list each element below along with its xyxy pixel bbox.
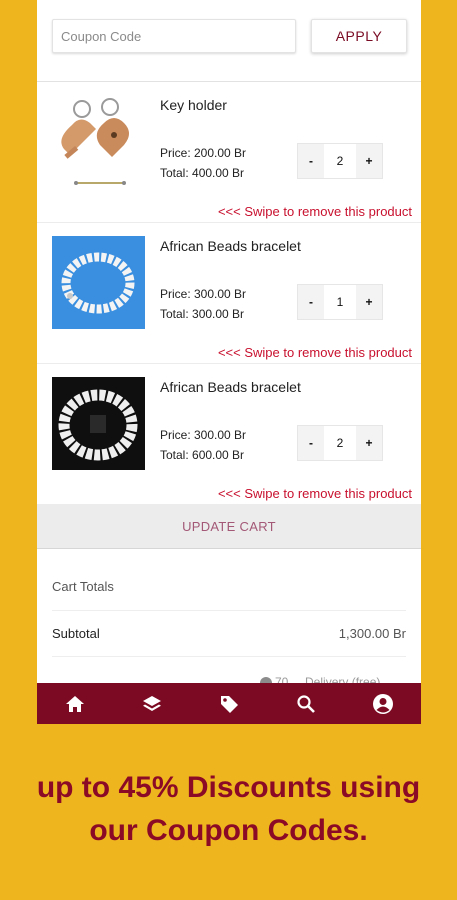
quantity-stepper: - 2 + [298,426,382,460]
subtotal-value: 1,300.00 Br [338,626,406,641]
quantity-stepper: - 1 + [298,285,382,319]
product-price: Price: 300.00 Br [160,428,247,442]
promo-line-2: our Coupon Codes. [89,814,368,847]
increase-quantity-button[interactable]: + [356,426,382,460]
promo-banner: up to 45% Discounts using our Coupon Cod… [0,766,457,852]
nav-categories[interactable] [132,683,172,724]
app-screen: APPLY Key holder Price: 200.00 Br Total:… [37,0,421,724]
product-image-key-holder [52,95,145,188]
product-price: Price: 200.00 Br [160,146,247,160]
quantity-value: 1 [324,285,356,319]
coupon-row: APPLY [37,0,421,82]
quantity-value: 2 [324,144,356,178]
product-total: Total: 300.00 Br [160,307,245,321]
cart-item[interactable]: Key holder Price: 200.00 Br Total: 400.0… [37,82,421,223]
product-name: African Beads bracelet [160,238,301,254]
decrease-quantity-button[interactable]: - [298,144,324,178]
swipe-hint: <<< Swipe to remove this product [217,345,412,360]
cart-totals-title: Cart Totals [52,579,114,594]
quantity-value: 2 [324,426,356,460]
account-icon [372,693,393,714]
product-total: Total: 400.00 Br [160,166,245,180]
home-icon [66,695,85,712]
apply-coupon-button[interactable]: APPLY [311,19,407,53]
bottom-navigation [37,683,421,724]
decrease-quantity-button[interactable]: - [298,285,324,319]
coupon-code-input[interactable] [52,19,296,53]
search-icon [297,694,315,713]
increase-quantity-button[interactable]: + [356,144,382,178]
increase-quantity-button[interactable]: + [356,285,382,319]
product-total: Total: 600.00 Br [160,448,245,462]
nav-offers[interactable] [209,683,249,724]
product-name: Key holder [160,97,227,113]
swipe-hint: <<< Swipe to remove this product [217,486,412,501]
product-name: African Beads bracelet [160,379,301,395]
product-image-beads-blue [52,236,145,329]
divider [52,656,406,657]
product-price: Price: 300.00 Br [160,287,247,301]
quantity-stepper: - 2 + [298,144,382,178]
cart-item[interactable]: African Beads bracelet Price: 300.00 Br … [37,223,421,364]
decrease-quantity-button[interactable]: - [298,426,324,460]
promo-line-1: up to 45% Discounts using [36,771,421,804]
product-image-beads-black [52,377,145,470]
layers-icon [143,695,162,711]
cart-item[interactable]: African Beads bracelet Price: 300.00 Br … [37,364,421,505]
nav-account[interactable] [363,683,403,724]
nav-search[interactable] [286,683,326,724]
update-cart-button[interactable]: UPDATE CART [37,505,421,549]
nav-home[interactable] [55,683,95,724]
divider [52,610,406,611]
subtotal-label: Subtotal [52,626,100,641]
tag-icon [220,695,238,713]
swipe-hint: <<< Swipe to remove this product [217,204,412,219]
